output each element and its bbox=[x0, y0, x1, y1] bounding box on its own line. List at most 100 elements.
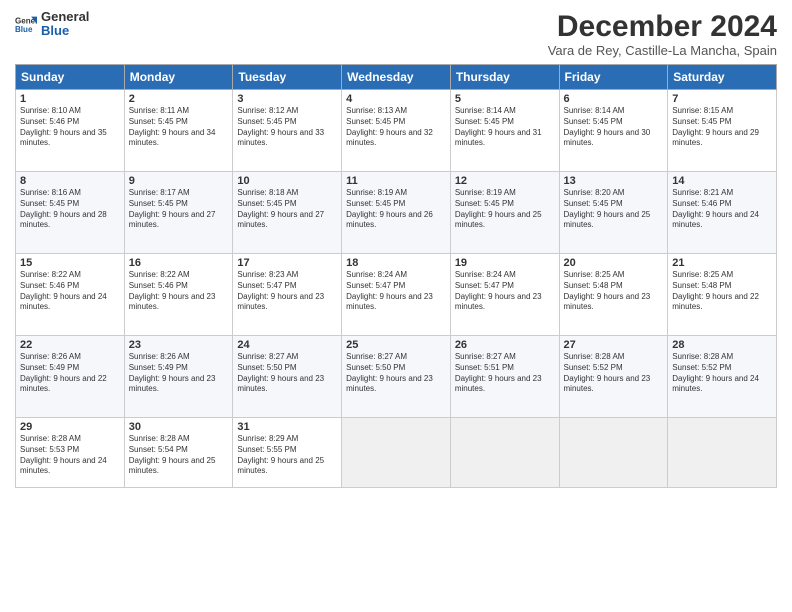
table-row: 19 Sunrise: 8:24 AMSunset: 5:47 PMDaylig… bbox=[450, 254, 559, 336]
day-info: Sunrise: 8:14 AMSunset: 5:45 PMDaylight:… bbox=[455, 106, 555, 149]
calendar-table: Sunday Monday Tuesday Wednesday Thursday… bbox=[15, 64, 777, 488]
day-number: 5 bbox=[455, 93, 555, 105]
table-row: 9 Sunrise: 8:17 AMSunset: 5:45 PMDayligh… bbox=[124, 172, 233, 254]
day-number: 3 bbox=[237, 93, 337, 105]
day-info: Sunrise: 8:24 AMSunset: 5:47 PMDaylight:… bbox=[346, 270, 446, 313]
day-number: 13 bbox=[564, 175, 664, 187]
location-title: Vara de Rey, Castille-La Mancha, Spain bbox=[548, 43, 777, 58]
col-saturday: Saturday bbox=[668, 65, 777, 90]
day-number: 22 bbox=[20, 339, 120, 351]
table-row: 11 Sunrise: 8:19 AMSunset: 5:45 PMDaylig… bbox=[342, 172, 451, 254]
day-info: Sunrise: 8:15 AMSunset: 5:45 PMDaylight:… bbox=[672, 106, 772, 149]
day-number: 23 bbox=[129, 339, 229, 351]
logo: General Blue General Blue bbox=[15, 10, 89, 39]
day-number: 29 bbox=[20, 421, 120, 433]
day-number: 4 bbox=[346, 93, 446, 105]
day-info: Sunrise: 8:22 AMSunset: 5:46 PMDaylight:… bbox=[129, 270, 229, 313]
day-info: Sunrise: 8:18 AMSunset: 5:45 PMDaylight:… bbox=[237, 188, 337, 231]
table-row: 8 Sunrise: 8:16 AMSunset: 5:45 PMDayligh… bbox=[16, 172, 125, 254]
day-info: Sunrise: 8:28 AMSunset: 5:52 PMDaylight:… bbox=[672, 352, 772, 395]
day-info: Sunrise: 8:11 AMSunset: 5:45 PMDaylight:… bbox=[129, 106, 229, 149]
table-row: 1 Sunrise: 8:10 AMSunset: 5:46 PMDayligh… bbox=[16, 90, 125, 172]
col-wednesday: Wednesday bbox=[342, 65, 451, 90]
day-info: Sunrise: 8:22 AMSunset: 5:46 PMDaylight:… bbox=[20, 270, 120, 313]
day-info: Sunrise: 8:13 AMSunset: 5:45 PMDaylight:… bbox=[346, 106, 446, 149]
day-number: 8 bbox=[20, 175, 120, 187]
day-info: Sunrise: 8:19 AMSunset: 5:45 PMDaylight:… bbox=[455, 188, 555, 231]
table-row: 5 Sunrise: 8:14 AMSunset: 5:45 PMDayligh… bbox=[450, 90, 559, 172]
month-title: December 2024 bbox=[548, 10, 777, 43]
col-friday: Friday bbox=[559, 65, 668, 90]
day-info: Sunrise: 8:26 AMSunset: 5:49 PMDaylight:… bbox=[20, 352, 120, 395]
title-section: December 2024 Vara de Rey, Castille-La M… bbox=[548, 10, 777, 58]
table-row: 31 Sunrise: 8:29 AMSunset: 5:55 PMDaylig… bbox=[233, 418, 342, 488]
table-row: 29 Sunrise: 8:28 AMSunset: 5:53 PMDaylig… bbox=[16, 418, 125, 488]
day-info: Sunrise: 8:19 AMSunset: 5:45 PMDaylight:… bbox=[346, 188, 446, 231]
table-row: 16 Sunrise: 8:22 AMSunset: 5:46 PMDaylig… bbox=[124, 254, 233, 336]
table-row: 22 Sunrise: 8:26 AMSunset: 5:49 PMDaylig… bbox=[16, 336, 125, 418]
day-info: Sunrise: 8:25 AMSunset: 5:48 PMDaylight:… bbox=[672, 270, 772, 313]
day-info: Sunrise: 8:27 AMSunset: 5:50 PMDaylight:… bbox=[237, 352, 337, 395]
day-number: 17 bbox=[237, 257, 337, 269]
table-row: 30 Sunrise: 8:28 AMSunset: 5:54 PMDaylig… bbox=[124, 418, 233, 488]
header: General Blue General Blue December 2024 … bbox=[15, 10, 777, 58]
col-thursday: Thursday bbox=[450, 65, 559, 90]
day-info: Sunrise: 8:20 AMSunset: 5:45 PMDaylight:… bbox=[564, 188, 664, 231]
table-row bbox=[668, 418, 777, 488]
calendar-page: General Blue General Blue December 2024 … bbox=[0, 0, 792, 612]
day-number: 15 bbox=[20, 257, 120, 269]
table-row: 28 Sunrise: 8:28 AMSunset: 5:52 PMDaylig… bbox=[668, 336, 777, 418]
day-info: Sunrise: 8:16 AMSunset: 5:45 PMDaylight:… bbox=[20, 188, 120, 231]
table-row: 2 Sunrise: 8:11 AMSunset: 5:45 PMDayligh… bbox=[124, 90, 233, 172]
day-number: 25 bbox=[346, 339, 446, 351]
day-number: 21 bbox=[672, 257, 772, 269]
table-row: 24 Sunrise: 8:27 AMSunset: 5:50 PMDaylig… bbox=[233, 336, 342, 418]
day-number: 2 bbox=[129, 93, 229, 105]
table-row: 14 Sunrise: 8:21 AMSunset: 5:46 PMDaylig… bbox=[668, 172, 777, 254]
day-info: Sunrise: 8:29 AMSunset: 5:55 PMDaylight:… bbox=[237, 434, 337, 477]
logo-blue: Blue bbox=[41, 24, 89, 38]
table-row: 23 Sunrise: 8:26 AMSunset: 5:49 PMDaylig… bbox=[124, 336, 233, 418]
table-row: 4 Sunrise: 8:13 AMSunset: 5:45 PMDayligh… bbox=[342, 90, 451, 172]
day-number: 19 bbox=[455, 257, 555, 269]
table-row: 3 Sunrise: 8:12 AMSunset: 5:45 PMDayligh… bbox=[233, 90, 342, 172]
day-info: Sunrise: 8:17 AMSunset: 5:45 PMDaylight:… bbox=[129, 188, 229, 231]
table-row bbox=[450, 418, 559, 488]
table-row bbox=[559, 418, 668, 488]
table-row: 20 Sunrise: 8:25 AMSunset: 5:48 PMDaylig… bbox=[559, 254, 668, 336]
day-number: 30 bbox=[129, 421, 229, 433]
day-number: 12 bbox=[455, 175, 555, 187]
logo-general: General bbox=[41, 10, 89, 24]
day-info: Sunrise: 8:12 AMSunset: 5:45 PMDaylight:… bbox=[237, 106, 337, 149]
day-info: Sunrise: 8:14 AMSunset: 5:45 PMDaylight:… bbox=[564, 106, 664, 149]
day-info: Sunrise: 8:27 AMSunset: 5:50 PMDaylight:… bbox=[346, 352, 446, 395]
table-row: 13 Sunrise: 8:20 AMSunset: 5:45 PMDaylig… bbox=[559, 172, 668, 254]
col-monday: Monday bbox=[124, 65, 233, 90]
table-row: 21 Sunrise: 8:25 AMSunset: 5:48 PMDaylig… bbox=[668, 254, 777, 336]
day-number: 6 bbox=[564, 93, 664, 105]
table-row: 27 Sunrise: 8:28 AMSunset: 5:52 PMDaylig… bbox=[559, 336, 668, 418]
day-number: 9 bbox=[129, 175, 229, 187]
day-info: Sunrise: 8:21 AMSunset: 5:46 PMDaylight:… bbox=[672, 188, 772, 231]
table-row: 7 Sunrise: 8:15 AMSunset: 5:45 PMDayligh… bbox=[668, 90, 777, 172]
day-number: 31 bbox=[237, 421, 337, 433]
day-info: Sunrise: 8:28 AMSunset: 5:52 PMDaylight:… bbox=[564, 352, 664, 395]
day-info: Sunrise: 8:25 AMSunset: 5:48 PMDaylight:… bbox=[564, 270, 664, 313]
table-row: 12 Sunrise: 8:19 AMSunset: 5:45 PMDaylig… bbox=[450, 172, 559, 254]
day-number: 26 bbox=[455, 339, 555, 351]
table-row bbox=[342, 418, 451, 488]
table-row: 6 Sunrise: 8:14 AMSunset: 5:45 PMDayligh… bbox=[559, 90, 668, 172]
day-info: Sunrise: 8:24 AMSunset: 5:47 PMDaylight:… bbox=[455, 270, 555, 313]
day-number: 11 bbox=[346, 175, 446, 187]
table-row: 18 Sunrise: 8:24 AMSunset: 5:47 PMDaylig… bbox=[342, 254, 451, 336]
table-row: 26 Sunrise: 8:27 AMSunset: 5:51 PMDaylig… bbox=[450, 336, 559, 418]
day-info: Sunrise: 8:10 AMSunset: 5:46 PMDaylight:… bbox=[20, 106, 120, 149]
day-number: 1 bbox=[20, 93, 120, 105]
day-info: Sunrise: 8:27 AMSunset: 5:51 PMDaylight:… bbox=[455, 352, 555, 395]
logo-icon: General Blue bbox=[15, 13, 37, 35]
day-number: 27 bbox=[564, 339, 664, 351]
day-info: Sunrise: 8:28 AMSunset: 5:54 PMDaylight:… bbox=[129, 434, 229, 477]
col-sunday: Sunday bbox=[16, 65, 125, 90]
col-tuesday: Tuesday bbox=[233, 65, 342, 90]
svg-text:Blue: Blue bbox=[15, 25, 33, 34]
